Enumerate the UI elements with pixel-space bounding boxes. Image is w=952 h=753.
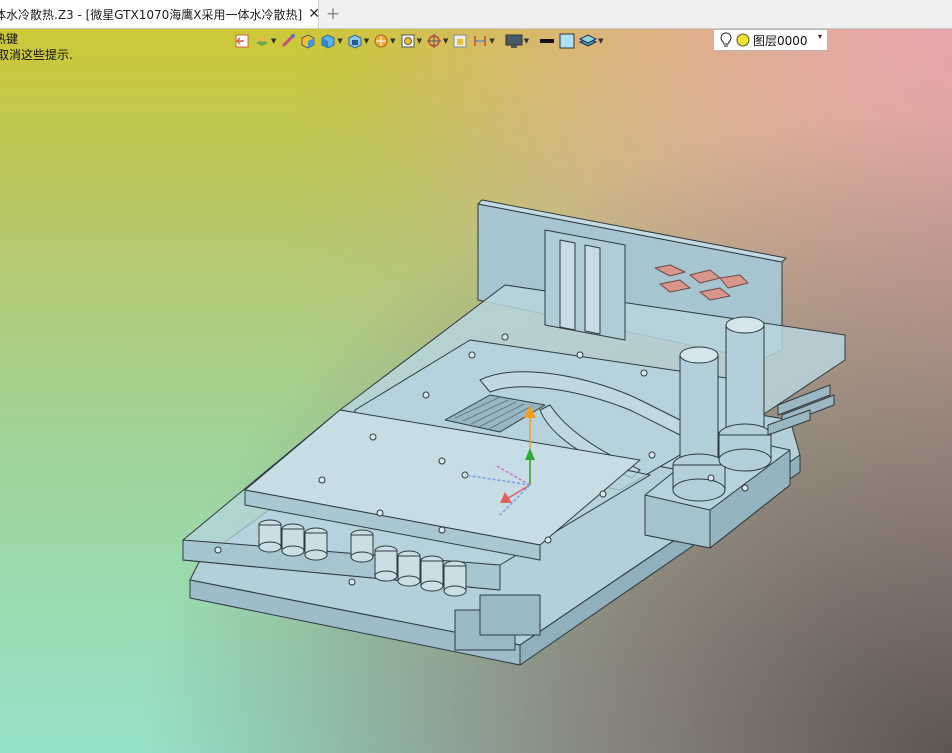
dimension-icon[interactable]: ▼ xyxy=(472,31,495,51)
view-toolbar: ▼ ▼ ▼ ▼ ▼ ▼ ▼ ▼ ▼ xyxy=(228,30,608,52)
layer-visibility-icon[interactable] xyxy=(735,32,751,48)
layer-name: 图层0000 xyxy=(753,33,808,48)
tab-bar: 体水冷散热.Z3 - [微星GTX1070海鹰X采用一体水冷散热] ✕ + xyxy=(0,0,952,29)
shaded-cube-icon[interactable]: ▼ xyxy=(320,31,343,51)
document-tab[interactable]: 体水冷散热.Z3 - [微星GTX1070海鹰X采用一体水冷散热] ✕ xyxy=(0,0,320,28)
gpu-water-cooling-model[interactable] xyxy=(0,0,952,753)
hint-line-1: 热键 xyxy=(0,32,19,46)
brush-icon[interactable] xyxy=(280,31,296,51)
render-sphere-icon[interactable]: ▼ xyxy=(373,31,396,51)
solid-shade-icon[interactable] xyxy=(300,31,316,51)
exit-view-icon[interactable] xyxy=(234,31,250,51)
chevron-down-icon[interactable]: ▾ xyxy=(818,32,822,41)
close-tab-icon[interactable]: ✕ xyxy=(308,6,320,22)
display-mode-icon[interactable]: ▼ xyxy=(347,31,369,51)
layer-dropdown[interactable]: 图层0000 ▾ xyxy=(713,29,828,51)
hotkey-hint: 热键 取消这些提示. xyxy=(0,31,73,63)
vrm-heatsink xyxy=(544,229,626,341)
tube-fitting-right xyxy=(718,316,772,472)
document-tab-title: 体水冷散热.Z3 - [微星GTX1070海鹰X采用一体水冷散热] xyxy=(0,7,303,22)
section-view-icon[interactable] xyxy=(452,31,468,51)
new-tab-icon[interactable]: + xyxy=(324,4,342,24)
tube-fitting-left xyxy=(672,346,726,502)
layer-tool-icon[interactable]: ▼ xyxy=(254,31,276,51)
layer-stack-icon[interactable]: ▼ xyxy=(579,31,604,51)
rotate-view-icon[interactable]: ▼ xyxy=(426,31,448,51)
line-style-icon[interactable] xyxy=(539,31,555,51)
hint-line-2: 取消这些提示. xyxy=(0,48,73,62)
zoom-fit-icon[interactable]: ▼ xyxy=(400,31,422,51)
color-swatch-icon[interactable] xyxy=(559,31,575,51)
3d-viewport[interactable] xyxy=(0,0,952,753)
monitor-icon[interactable]: ▼ xyxy=(505,31,529,51)
lightbulb-icon[interactable] xyxy=(720,32,732,48)
